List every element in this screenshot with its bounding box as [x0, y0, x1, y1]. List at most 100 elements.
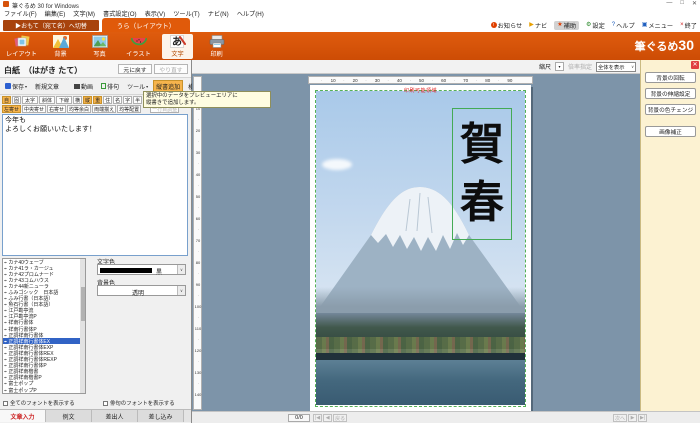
- scale-dropdown-arrow-icon[interactable]: ▾: [555, 62, 564, 71]
- format-button-10[interactable]: 字: [123, 96, 132, 104]
- ribbon-item-photo[interactable]: 写真: [84, 34, 115, 59]
- format-button-2[interactable]: 太字: [22, 96, 38, 104]
- format-button-11[interactable]: 半: [133, 96, 142, 104]
- format-button-5[interactable]: 横: [73, 96, 82, 104]
- tab-2[interactable]: 差出人: [92, 410, 138, 422]
- char-color-select[interactable]: 黒 ∨: [97, 264, 186, 275]
- assist-button-1[interactable]: 背景の伸縮設定: [645, 88, 696, 99]
- zoom-select[interactable]: 全体を表示 ∨: [596, 62, 636, 72]
- ruler-number: 100: [194, 304, 202, 309]
- navi-label: ナビ: [535, 21, 547, 30]
- tab-0[interactable]: 文章入力: [0, 410, 46, 422]
- ruler-tick: ·: [196, 381, 201, 386]
- postcard-canvas[interactable]: 印刷可能領域 賀 春: [310, 85, 531, 411]
- tab-1[interactable]: 例文: [46, 410, 92, 422]
- ruler-tick: ·: [196, 205, 201, 210]
- show-haiku-fonts-checkbox[interactable]: 俳句のフォントを表示する: [103, 399, 175, 407]
- undo-button[interactable]: 元に戻す: [118, 64, 152, 74]
- assist-button-2[interactable]: 背景の色チェンジ: [645, 104, 696, 115]
- ribbon-item-print[interactable]: 印刷: [201, 34, 232, 59]
- new-text-button[interactable]: 新規文章: [32, 80, 62, 93]
- quick-menu[interactable]: ▣メニュー: [642, 21, 673, 30]
- pen-icon: ✒: [4, 345, 7, 350]
- font-list-scrollbar[interactable]: [80, 259, 85, 393]
- assist-panel: ✕ 背景の回転背景の伸縮設定背景の色チェンジ画像補正: [640, 60, 700, 411]
- ruler-number: 60: [194, 216, 202, 221]
- menu-item-5[interactable]: ツール(T): [173, 9, 199, 18]
- quick-assist[interactable]: ★補助: [554, 21, 579, 30]
- show-all-fonts-checkbox[interactable]: 全てのフォントを表示する: [3, 399, 75, 407]
- menu-item-3[interactable]: 書式設定(O): [103, 9, 137, 18]
- checkbox-icon[interactable]: [3, 401, 8, 406]
- format-button-1[interactable]: 固: [12, 96, 21, 104]
- format-button-6[interactable]: 縦: [83, 96, 92, 104]
- format-button-8[interactable]: 住: [103, 96, 112, 104]
- pager-back-1[interactable]: ◀: [323, 414, 332, 422]
- checkbox-icon[interactable]: [103, 401, 108, 406]
- pager-next-1[interactable]: ▶: [628, 414, 637, 422]
- ruler-number: 130: [194, 370, 202, 375]
- tab-back-layout[interactable]: うら（レイアウト）: [102, 18, 190, 32]
- close-button[interactable]: ✕: [692, 0, 697, 7]
- panel-close-icon[interactable]: ✕: [691, 61, 699, 69]
- format-button-9[interactable]: 名: [113, 96, 122, 104]
- ribbon-item-background[interactable]: 背景: [45, 34, 76, 59]
- bg-color-select[interactable]: 透明 ∨: [97, 285, 186, 296]
- align-button-0[interactable]: 左寄せ: [2, 105, 21, 113]
- haiku-button[interactable]: 俳句: [98, 80, 122, 93]
- greeting-text-input[interactable]: 今年もよろしくお願いいたします！: [2, 114, 188, 256]
- menu-item-2[interactable]: 文字(M): [73, 9, 95, 18]
- text-edit-panel: 白紙 （はがき たて） 元に戻す やり直す 保存▾新規文章動画俳句ツール▾縦書追…: [0, 60, 192, 423]
- pager-back-2[interactable]: 戻る: [333, 414, 347, 422]
- greeting-text-object[interactable]: 賀 春: [452, 108, 512, 240]
- align-button-1[interactable]: 中央寄せ: [22, 105, 46, 113]
- ruler-tick: ·: [196, 227, 201, 232]
- format-button-4[interactable]: 下線: [56, 96, 72, 104]
- font-list-item-22[interactable]: ✒麗流隷書（日本語）: [3, 393, 85, 394]
- font-list[interactable]: ✒カナ40ウェーブ✒カナ41ラ・カージュ✒カナ42プロムナード✒カナ43コムハウ…: [2, 258, 86, 394]
- button-label: ツール: [127, 82, 145, 91]
- ribbon-item-text[interactable]: あ文字: [162, 34, 193, 59]
- pen-icon: ✒: [4, 278, 7, 283]
- pen-icon: ✒: [4, 333, 7, 338]
- chevron-down-icon[interactable]: ∨: [177, 265, 185, 274]
- redo-button[interactable]: やり直す: [154, 64, 188, 74]
- scrollbar-thumb[interactable]: [81, 287, 85, 321]
- format-button-3[interactable]: 斜体: [39, 96, 55, 104]
- format-button-0[interactable]: 自: [2, 96, 11, 104]
- menu-item-0[interactable]: ファイル(F): [4, 9, 37, 18]
- pager-back-0[interactable]: |◀: [313, 414, 322, 422]
- maximize-button[interactable]: □: [680, 0, 684, 7]
- chevron-down-icon[interactable]: ∨: [177, 286, 185, 295]
- dropdown-arrow-icon: ▾: [146, 84, 148, 89]
- quick-navi[interactable]: ▶ナビ: [529, 21, 547, 30]
- logo-number: 30: [678, 37, 694, 53]
- ruler-tick: ·: [196, 315, 201, 320]
- save-button[interactable]: 保存▾: [2, 80, 30, 93]
- movie-button[interactable]: 動画: [71, 80, 96, 93]
- menu-item-6[interactable]: ナビ(N): [208, 9, 229, 18]
- switch-to-front-button[interactable]: ▶おもて（宛て名）へ切替: [3, 20, 99, 31]
- menu-item-1[interactable]: 編集(E): [45, 9, 66, 18]
- align-button-3[interactable]: 均等余白: [67, 105, 91, 113]
- menu-item-7[interactable]: ヘルプ(H): [237, 9, 264, 18]
- assist-button-3[interactable]: 画像補正: [645, 126, 696, 137]
- pager-next-2[interactable]: ▶|: [638, 414, 647, 422]
- menu-item-4[interactable]: 表示(V): [145, 9, 166, 18]
- quick-exit[interactable]: ×終了: [680, 21, 697, 30]
- tab-3[interactable]: 差し込み: [138, 410, 184, 422]
- assist-button-0[interactable]: 背景の回転: [645, 72, 696, 83]
- ribbon-item-layout[interactable]: レイアウト: [6, 34, 37, 59]
- ruler-number: 30: [194, 150, 202, 155]
- align-button-2[interactable]: 右寄せ: [47, 105, 66, 113]
- quick-help[interactable]: ?ヘルプ: [612, 21, 635, 30]
- minimize-button[interactable]: —: [666, 0, 672, 7]
- quick-notice[interactable]: !お知らせ: [491, 21, 523, 30]
- format-button-7[interactable]: 重: [93, 96, 102, 104]
- ribbon-item-illust[interactable]: イラスト: [123, 34, 154, 59]
- pager-next-0[interactable]: 次へ: [613, 414, 627, 422]
- align-button-5[interactable]: 均等配置: [117, 105, 141, 113]
- quick-actions: !お知らせ ▶ナビ ★補助 ⚙設定 ?ヘルプ ▣メニュー ×終了: [491, 20, 697, 30]
- align-button-4[interactable]: 両端揃え: [92, 105, 116, 113]
- quick-settings[interactable]: ⚙設定: [586, 21, 605, 30]
